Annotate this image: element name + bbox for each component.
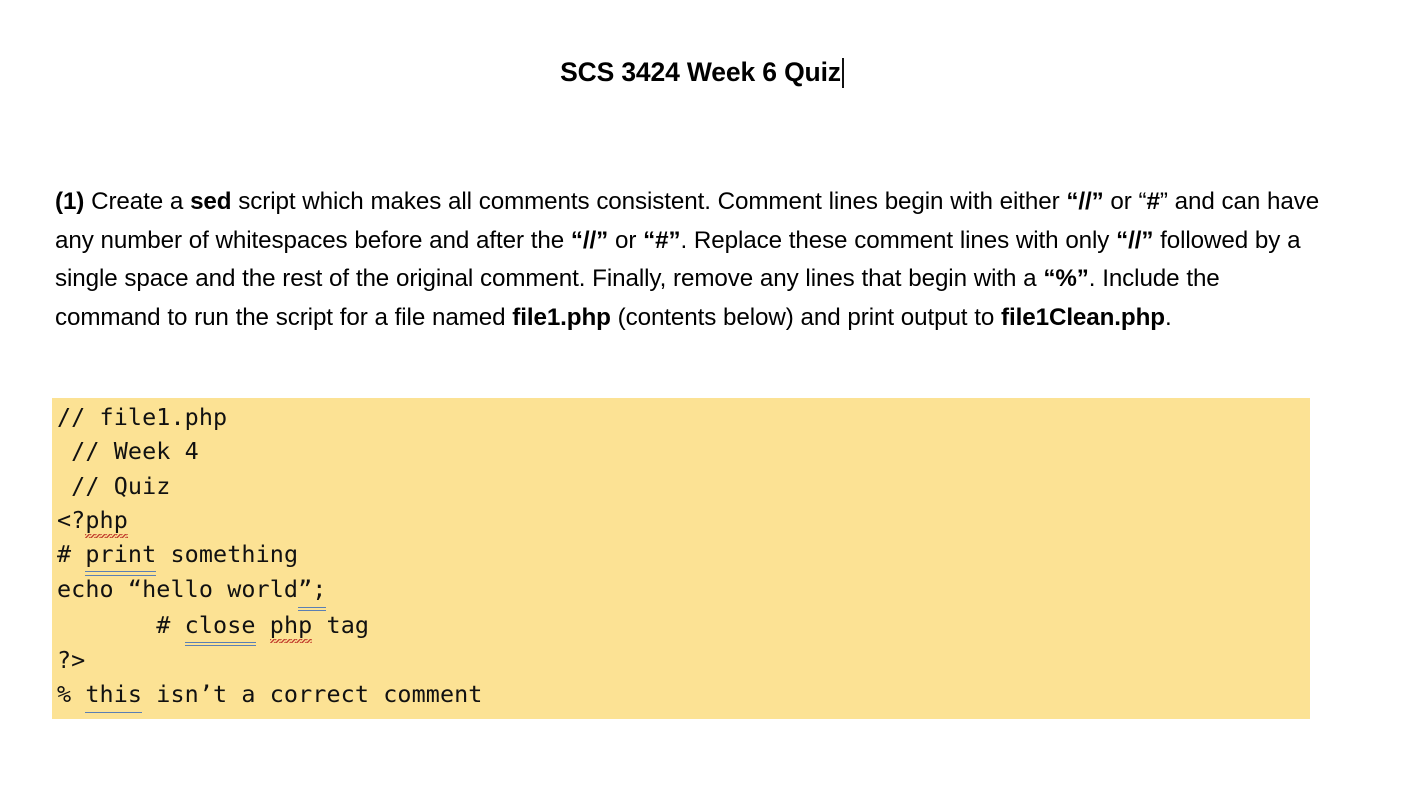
grammarcheck-underline-this: this	[85, 677, 143, 713]
code-line: ?>	[52, 643, 1310, 677]
grammarcheck-underline-close: close	[184, 608, 256, 647]
code-line: % this isn’t a correct comment	[52, 677, 1310, 713]
question-text-3: Comment lines begin with either	[710, 188, 1067, 215]
question-text-2: script which makes all comments consiste…	[231, 188, 711, 215]
code-line-6-echo: echo “hello world	[57, 575, 299, 604]
code-listing[interactable]: // file1.php // Week 4 // Quiz <?php # p…	[52, 398, 1310, 719]
question-text-7: . Replace these comment lines with only	[680, 226, 1117, 254]
grammarcheck-underline-print: print	[85, 537, 157, 576]
question-text-6: or	[608, 226, 644, 254]
code-line: // file1.php	[52, 400, 1310, 434]
question-number: (1)	[55, 188, 85, 215]
code-line: // Quiz	[52, 469, 1310, 503]
code-line-3-text: // Quiz	[57, 471, 171, 500]
code-line-1-text: // file1.php	[57, 403, 228, 431]
token-hash-1: #	[1146, 188, 1160, 215]
code-line: <?php	[52, 503, 1310, 539]
grammarcheck-underline-quote-semicolon: ”;	[298, 572, 327, 612]
spellcheck-underline-php-1: php	[85, 503, 128, 539]
question-text-10: (contents below) and print output to	[610, 303, 1002, 331]
code-line: # close php tag	[52, 608, 1310, 647]
code-line-5-tail: something	[156, 540, 299, 569]
token-double-slash-3: “//”	[1116, 226, 1154, 254]
token-double-slash-2: “//”	[570, 226, 609, 254]
spellcheck-underline-php-2: php	[269, 608, 313, 644]
document-page: SCS 3424 Week 6 Quiz (1) Create a sed sc…	[0, 0, 1404, 812]
code-line: // Week 4	[52, 434, 1310, 468]
page-title-text: SCS 3424 Week 6 Quiz	[560, 57, 841, 87]
keyword-sed: sed	[190, 188, 232, 215]
code-line-7-tail: tag	[312, 610, 370, 639]
token-double-slash-1: “//”	[1066, 188, 1104, 215]
question-text-4: or “	[1103, 188, 1147, 215]
code-line-4-open-tag: <?	[57, 505, 86, 534]
filename-input: file1.php	[512, 303, 611, 331]
code-line: # print something	[52, 537, 1310, 576]
code-line-7-hash: #	[57, 610, 185, 639]
page-title[interactable]: SCS 3424 Week 6 Quiz	[0, 56, 1404, 89]
filename-output: file1Clean.php	[1001, 303, 1165, 331]
code-line: echo “hello world”;	[52, 572, 1310, 612]
text-caret	[841, 58, 844, 88]
code-line-2-text: // Week 4	[57, 437, 199, 466]
code-line-9-percent: %	[57, 680, 86, 709]
code-line-5-hash: #	[57, 540, 86, 569]
token-percent: “%”	[1043, 265, 1089, 293]
question-text-1: Create a	[84, 188, 191, 215]
token-hash-2: “#”	[643, 226, 681, 254]
question-text-11: .	[1164, 303, 1172, 331]
code-line-8-close-tag: ?>	[57, 646, 86, 675]
code-line-7-space	[256, 611, 270, 639]
code-line-9-tail: isn’t a correct comment	[142, 680, 483, 709]
question-paragraph[interactable]: (1) Create a sed script which makes all …	[55, 183, 1323, 337]
